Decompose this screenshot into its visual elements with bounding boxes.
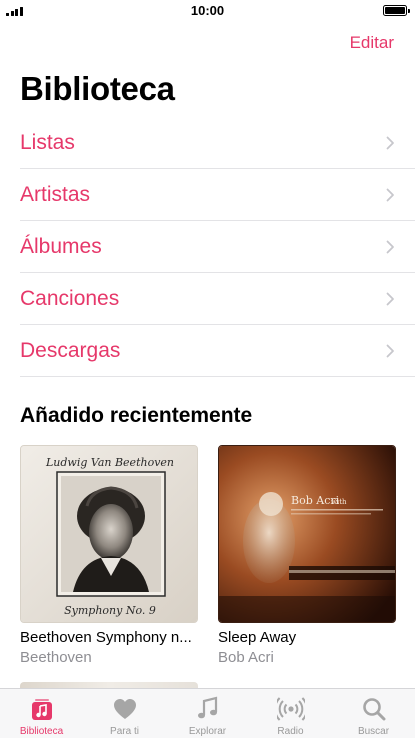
album-cover: Bob Acri with bbox=[218, 445, 396, 623]
album-card-sleep-away[interactable]: Bob Acri with Sleep Away Bob Acri bbox=[218, 445, 396, 666]
album-title: Beethoven Symphony n... bbox=[20, 629, 192, 646]
search-icon bbox=[362, 698, 385, 721]
chevron-right-icon bbox=[386, 136, 394, 150]
album-artist: Beethoven bbox=[20, 649, 92, 666]
tab-bar: Biblioteca Para ti Explorar Radio Buscar bbox=[0, 688, 415, 738]
tab-label: Biblioteca bbox=[19, 726, 64, 737]
radio-icon bbox=[276, 697, 305, 721]
list-item-label: Álbumes bbox=[20, 234, 102, 258]
chevron-right-icon bbox=[386, 240, 394, 254]
chevron-right-icon bbox=[386, 344, 394, 358]
sleep-away-cover-art: Bob Acri with bbox=[219, 446, 395, 622]
tab-label: Explorar bbox=[188, 726, 227, 737]
status-time: 10:00 bbox=[190, 3, 225, 18]
section-title-recent: Añadido recientemente bbox=[20, 404, 253, 427]
list-item-descargas[interactable]: Descargas bbox=[20, 325, 415, 377]
tab-label: Buscar bbox=[357, 726, 390, 737]
status-bar: 10:00 bbox=[0, 0, 415, 22]
list-item-canciones[interactable]: Canciones bbox=[20, 273, 415, 325]
list-item-artistas[interactable]: Artistas bbox=[20, 169, 415, 221]
tab-label: Radio bbox=[277, 726, 304, 737]
list-item-albumes[interactable]: Álbumes bbox=[20, 221, 415, 273]
page-title: Biblioteca bbox=[20, 70, 175, 107]
heart-icon bbox=[113, 699, 136, 719]
library-list: Listas Artistas Álbumes Canciones Descar… bbox=[0, 117, 415, 377]
tab-biblioteca[interactable]: Biblioteca bbox=[0, 689, 83, 738]
library-icon bbox=[31, 699, 52, 720]
list-item-label: Canciones bbox=[20, 286, 120, 310]
album-card-beethoven[interactable]: Ludwig Van Beethoven Symphony No. 9 Beet… bbox=[20, 445, 198, 666]
battery-icon bbox=[383, 5, 410, 16]
tab-para-ti[interactable]: Para ti bbox=[83, 689, 166, 738]
edit-button[interactable]: Editar bbox=[350, 33, 394, 53]
cover-with: with bbox=[331, 498, 347, 506]
list-item-label: Descargas bbox=[20, 338, 121, 362]
chevron-right-icon bbox=[386, 188, 394, 202]
album-title: Sleep Away bbox=[218, 629, 297, 646]
tab-explorar[interactable]: Explorar bbox=[166, 689, 249, 738]
cover-text-bottom: Symphony No. 9 bbox=[64, 604, 156, 617]
album-artist: Bob Acri bbox=[218, 649, 274, 666]
tab-buscar[interactable]: Buscar bbox=[332, 689, 415, 738]
list-item-listas[interactable]: Listas bbox=[20, 117, 415, 169]
cover-text-top: Ludwig Van Beethoven bbox=[45, 456, 174, 469]
album-cover: Ludwig Van Beethoven Symphony No. 9 bbox=[20, 445, 198, 623]
list-item-label: Listas bbox=[20, 130, 75, 154]
tab-label: Para ti bbox=[110, 726, 139, 737]
chevron-right-icon bbox=[386, 292, 394, 306]
beethoven-cover-art: Ludwig Van Beethoven Symphony No. 9 bbox=[21, 446, 197, 622]
list-item-label: Artistas bbox=[20, 182, 91, 206]
tab-radio[interactable]: Radio bbox=[249, 689, 332, 738]
music-note-icon bbox=[197, 696, 217, 719]
